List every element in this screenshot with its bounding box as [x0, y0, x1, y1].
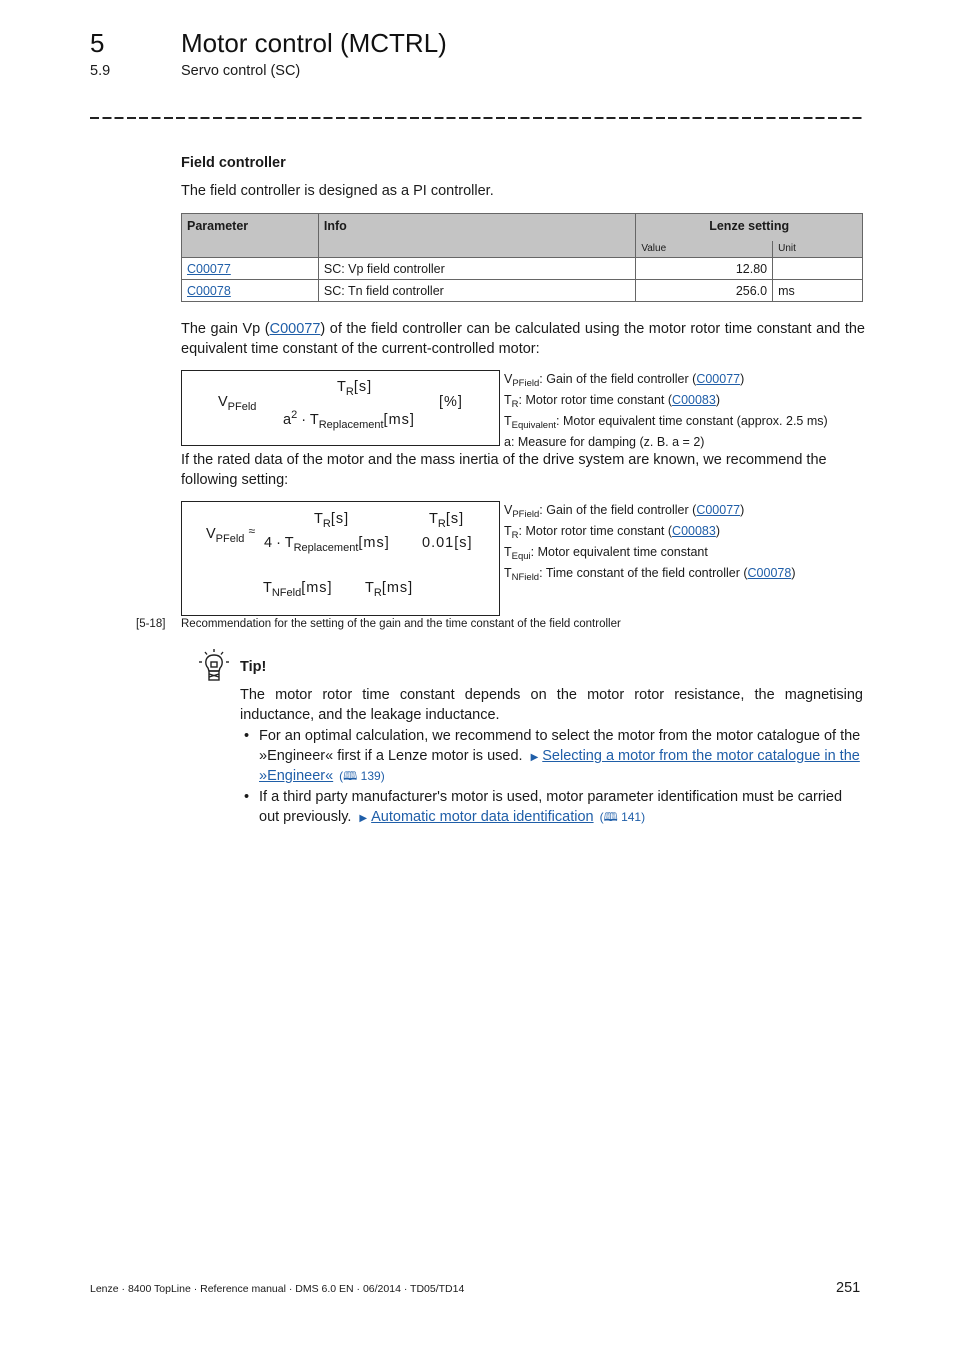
- book-icon: 🕮: [343, 769, 358, 783]
- link-automatic-identification[interactable]: Automatic motor data identification: [371, 809, 593, 825]
- legend-item: TEqui: Motor equivalent time constant: [504, 545, 708, 562]
- header-value: Value: [635, 241, 774, 258]
- tip-label: Tip!: [240, 659, 267, 675]
- page-reference[interactable]: (🕮 141): [600, 810, 646, 824]
- page-number: 251: [836, 1280, 861, 1296]
- formula2-numerator1: TR[s]: [314, 511, 350, 530]
- formula1-unit: [%]: [439, 394, 463, 410]
- table-row: C00077 SC: Vp field controller 12.80: [181, 257, 863, 280]
- recommend-paragraph: If the rated data of the motor and the m…: [181, 452, 827, 488]
- formula2-tn: TNFeld[ms]: [263, 580, 333, 599]
- figure-caption: Recommendation for the setting of the ga…: [181, 618, 621, 630]
- formula2-lhs: VPFeld ≈: [206, 524, 256, 545]
- header-info: Info: [317, 213, 637, 258]
- row-value: 256.0: [635, 279, 774, 302]
- book-icon: 🕮: [603, 809, 618, 824]
- tip-bullet: • If a third party manufacturer's motor …: [244, 788, 864, 828]
- header-parameter: Parameter: [181, 213, 319, 258]
- gain-link-c00077[interactable]: C00077: [270, 321, 321, 337]
- legend-link-c00083[interactable]: C00083: [672, 393, 716, 407]
- formula-recommend-box: VPFeld ≈ TR[s] 4 · TReplacement[ms] TR[s…: [181, 501, 500, 616]
- row-unit: ms: [772, 279, 863, 302]
- header-lenze-setting: Lenze setting: [635, 213, 863, 241]
- legend-item: TEquivalent: Motor equivalent time const…: [504, 414, 828, 431]
- legend-item: TNField: Time constant of the field cont…: [504, 566, 796, 583]
- lightbulb-icon: [196, 648, 232, 682]
- header-divider: [90, 117, 862, 119]
- gain-paragraph: The gain Vp (C00077) of the field contro…: [181, 319, 865, 359]
- legend-item: VPField: Gain of the field controller (C…: [504, 503, 745, 520]
- formula1-legend: VPField: Gain of the field controller (C…: [504, 371, 828, 451]
- legend-link-c00078[interactable]: C00078: [748, 566, 792, 580]
- formula2-legend: VPField: Gain of the field controller (C…: [504, 502, 796, 586]
- formula2-denominator1: 4 · TReplacement[ms]: [264, 535, 390, 554]
- section-title: Servo control (SC): [181, 63, 301, 79]
- parameter-link-c00077[interactable]: C00077: [187, 262, 231, 276]
- link-arrow-icon: ▶: [359, 812, 368, 824]
- tip-body: The motor rotor time constant depends on…: [240, 687, 863, 723]
- row-info: SC: Tn field controller: [317, 279, 637, 302]
- legend-link-c00083[interactable]: C00083: [672, 524, 716, 538]
- bullet-dot: •: [244, 728, 250, 744]
- row-unit: [772, 257, 863, 280]
- parameter-table: Parameter Info Lenze setting Value Unit …: [181, 213, 863, 302]
- gain-text-start: The gain Vp (: [181, 321, 270, 337]
- chapter-title: Motor control (MCTRL): [181, 28, 447, 58]
- formula2-numerator2: TR[s]: [429, 511, 465, 530]
- header-unit: Unit: [772, 241, 863, 258]
- figure-number: [5-18]: [136, 618, 166, 630]
- bullet-dot: •: [244, 789, 250, 805]
- link-arrow-icon: ▶: [530, 751, 539, 763]
- legend-item: VPField: Gain of the field controller (C…: [504, 372, 745, 389]
- parameter-link-c00078[interactable]: C00078: [187, 284, 231, 298]
- formula2-denominator2: 0.01[s]: [422, 535, 473, 551]
- legend-item: TR: Motor rotor time constant (C00083): [504, 393, 721, 410]
- section-number: 5.9: [90, 63, 111, 79]
- chapter-number: 5: [90, 28, 105, 58]
- legend-link-c00077[interactable]: C00077: [696, 372, 740, 386]
- legend-item: TR: Motor rotor time constant (C00083): [504, 524, 721, 541]
- page-reference[interactable]: (🕮 139): [339, 769, 385, 783]
- formula1-denominator: a2 · TReplacement[ms]: [283, 409, 415, 431]
- footer-text: Lenze · 8400 TopLine · Reference manual …: [90, 1283, 465, 1295]
- legend-item: a: Measure for damping (z. B. a = 2): [504, 435, 705, 449]
- formula2-tr: TR[ms]: [365, 580, 414, 599]
- row-info: SC: Vp field controller: [317, 257, 637, 280]
- formula-gain-box: VPFeld TR[s] a2 · TReplacement[ms] [%]: [181, 370, 500, 446]
- row-value: 12.80: [635, 257, 774, 280]
- legend-link-c00077[interactable]: C00077: [696, 503, 740, 517]
- table-row: C00078 SC: Tn field controller 256.0 ms: [181, 279, 863, 302]
- field-controller-intro: The field controller is designed as a PI…: [181, 183, 494, 199]
- tip-bullet: • For an optimal calculation, we recomme…: [244, 727, 864, 787]
- formula1-lhs: VPFeld: [218, 394, 257, 413]
- field-controller-heading: Field controller: [181, 155, 286, 171]
- formula1-numerator: TR[s]: [337, 379, 373, 398]
